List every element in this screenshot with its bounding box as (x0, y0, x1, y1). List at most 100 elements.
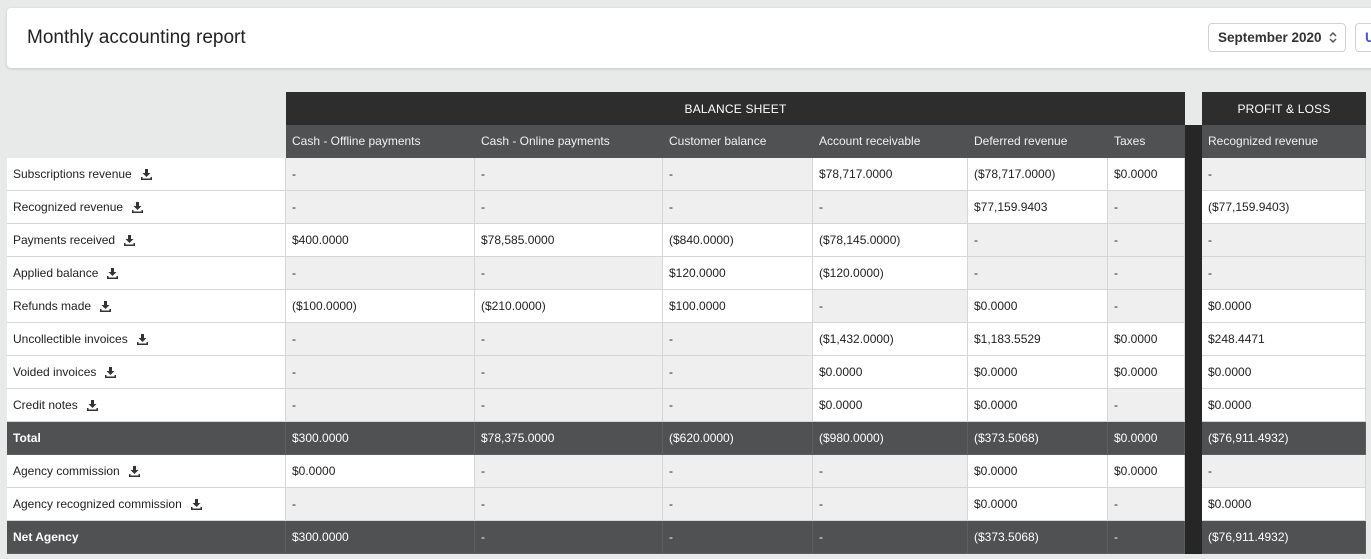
table-cell: - (475, 323, 663, 356)
table-cell: - (1108, 224, 1185, 257)
table-cell: $0.0000 (1202, 488, 1366, 521)
download-icon[interactable] (140, 168, 152, 180)
table-cell: ($120.0000) (813, 257, 968, 290)
download-icon[interactable] (107, 267, 119, 279)
report-header: Monthly accounting report September 2020… (7, 8, 1371, 68)
table-cell: $300.0000 (286, 521, 475, 554)
table-cell: - (663, 191, 813, 224)
row-label-text: Voided invoices (13, 365, 97, 379)
table-cell: $0.0000 (1108, 323, 1185, 356)
table-cell: - (968, 224, 1108, 257)
table-cell: ($373.5068) (968, 521, 1108, 554)
section-separator (1185, 125, 1202, 554)
row-label-text: Recognized revenue (13, 200, 124, 214)
table-cell: $0.0000 (1108, 455, 1185, 488)
table-cell: - (813, 191, 968, 224)
row-label: Subscriptions revenue (7, 158, 286, 191)
column-header: Cash - Offline payments (286, 125, 475, 158)
column-header: Cash - Online payments (475, 125, 663, 158)
table-cell: - (813, 455, 968, 488)
table-cell: - (663, 323, 813, 356)
download-icon[interactable] (105, 366, 117, 378)
download-icon[interactable] (132, 201, 144, 213)
table-cell: $0.0000 (968, 290, 1108, 323)
table-cell: - (663, 158, 813, 191)
month-select-value: September 2020 (1218, 30, 1322, 45)
column-header: Account receivable (813, 125, 968, 158)
table-cell: $0.0000 (1108, 158, 1185, 191)
table-cell: $0.0000 (968, 455, 1108, 488)
table-cell: - (286, 257, 475, 290)
row-label-text: Subscriptions revenue (13, 167, 132, 181)
table-cell: ($77,159.9403) (1202, 191, 1366, 224)
table-cell: ($210.0000) (475, 290, 663, 323)
table-cell: $0.0000 (286, 455, 475, 488)
download-icon[interactable] (136, 333, 148, 345)
download-icon[interactable] (86, 399, 98, 411)
download-icon[interactable] (100, 300, 112, 312)
table-cell: - (286, 158, 475, 191)
table-cell: $0.0000 (1202, 290, 1366, 323)
table-cell: - (475, 488, 663, 521)
table-cell: $0.0000 (1108, 356, 1185, 389)
table-cell: ($100.0000) (286, 290, 475, 323)
row-label: Applied balance (7, 257, 286, 290)
row-label: Agency commission (7, 455, 286, 488)
row-label-text: Net Agency (13, 530, 79, 544)
table-cell: - (813, 290, 968, 323)
table-cell: - (475, 455, 663, 488)
row-label: Refunds made (7, 290, 286, 323)
table-cell: - (1202, 158, 1366, 191)
table-cell: $248.4471 (1202, 323, 1366, 356)
table-cell: - (475, 191, 663, 224)
table-cell: $0.0000 (968, 389, 1108, 422)
row-label-text: Applied balance (13, 266, 99, 280)
table-cell: ($78,145.0000) (813, 224, 968, 257)
row-label-text: Agency commission (13, 464, 120, 478)
table-cell: $0.0000 (1202, 389, 1366, 422)
table-cell: ($840.0000) (663, 224, 813, 257)
row-label: Net Agency (7, 521, 286, 554)
table-cell: - (1202, 455, 1366, 488)
table-cell: $1,183.5529 (968, 323, 1108, 356)
table-cell: ($78,717.0000) (968, 158, 1108, 191)
table-cell: - (968, 257, 1108, 290)
row-label-text: Uncollectible invoices (13, 332, 128, 346)
download-icon[interactable] (190, 498, 202, 510)
download-icon[interactable] (124, 234, 136, 246)
table-cell: $400.0000 (286, 224, 475, 257)
table-cell: - (475, 356, 663, 389)
table-cell: $0.0000 (968, 488, 1108, 521)
table-cell: - (663, 356, 813, 389)
table-cell: $0.0000 (1202, 356, 1366, 389)
table-cell: - (286, 191, 475, 224)
table-cell: - (663, 389, 813, 422)
table-cell: - (1108, 290, 1185, 323)
download-icon[interactable] (128, 465, 140, 477)
table-cell: $77,159.9403 (968, 191, 1108, 224)
table-cell: - (1108, 389, 1185, 422)
profit-loss-header: PROFIT & LOSS (1202, 92, 1366, 125)
table-cell: - (1108, 488, 1185, 521)
chevron-up-down-icon (1329, 31, 1337, 44)
table-cell: $300.0000 (286, 422, 475, 455)
table-cell: - (475, 158, 663, 191)
table-cell: - (1108, 257, 1185, 290)
row-label-text: Total (13, 431, 41, 445)
table-cell: $78,585.0000 (475, 224, 663, 257)
next-action-button[interactable]: U (1355, 23, 1371, 52)
table-cell: $120.0000 (663, 257, 813, 290)
table-cell: ($980.0000) (813, 422, 968, 455)
table-cell: - (286, 323, 475, 356)
table-cell: ($76,911.4932) (1202, 422, 1366, 455)
table-cell: $0.0000 (813, 356, 968, 389)
table-cell: $100.0000 (663, 290, 813, 323)
table-cell: - (475, 521, 663, 554)
table-cell: - (1108, 521, 1185, 554)
table-cell: ($373.5068) (968, 422, 1108, 455)
table-cell: - (286, 356, 475, 389)
row-label: Recognized revenue (7, 191, 286, 224)
month-select[interactable]: September 2020 (1208, 23, 1346, 52)
balance-sheet-header: BALANCE SHEET (286, 92, 1185, 125)
table-cell: - (663, 455, 813, 488)
